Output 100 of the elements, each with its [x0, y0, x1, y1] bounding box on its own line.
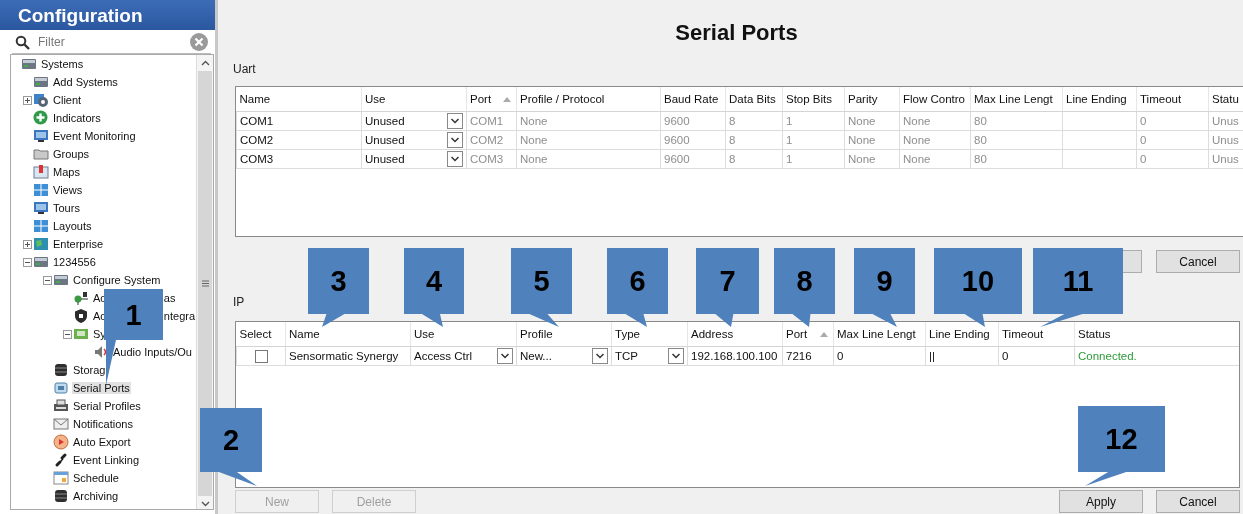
- callout-number: 6: [629, 266, 646, 296]
- column-header[interactable]: Data Bits: [725, 87, 783, 112]
- page-title: Serial Ports: [674, 19, 799, 47]
- column-header[interactable]: Baud Rate: [660, 87, 726, 112]
- tree-item[interactable]: Event Linking: [72, 454, 141, 466]
- scroll-up-icon[interactable]: [200, 60, 210, 66]
- tree-item[interactable]: Tours: [52, 202, 81, 214]
- tree-item[interactable]: Event Monitoring: [52, 130, 137, 142]
- table-cell: 80: [974, 115, 987, 127]
- port-icon: [53, 380, 69, 396]
- node-icon: [73, 290, 89, 306]
- table-cell: 1: [786, 153, 793, 165]
- table-cell: Unus: [1212, 134, 1239, 146]
- tree-item[interactable]: Serial Ports: [72, 382, 131, 394]
- tree-item[interactable]: 1234556: [52, 256, 97, 268]
- tree-item[interactable]: Indicators: [52, 112, 102, 124]
- table-cell: 1: [786, 115, 793, 127]
- globe-icon: [33, 236, 49, 252]
- clear-icon[interactable]: [190, 33, 208, 51]
- table-cell: 80: [974, 134, 987, 146]
- scroll-down-icon[interactable]: [200, 501, 210, 507]
- callout-number: 11: [1062, 266, 1094, 296]
- collapse-icon[interactable]: [63, 329, 72, 339]
- board-icon: [73, 326, 89, 342]
- column-header[interactable]: Status: [1074, 322, 1239, 347]
- tree-item-text: ntegra: [163, 310, 196, 322]
- column-header[interactable]: Use: [361, 87, 467, 112]
- button-edge[interactable]: [1122, 250, 1142, 273]
- callout-number: 5: [533, 266, 550, 296]
- tree-item[interactable]: Archiving: [72, 490, 120, 502]
- column-header[interactable]: Line Ending: [1062, 87, 1137, 112]
- table-cell: COM2: [470, 134, 504, 146]
- panel-title: Configuration: [0, 0, 215, 30]
- table-cell: 8: [729, 115, 736, 127]
- table-cell: None: [520, 134, 548, 146]
- link-icon: [53, 452, 69, 468]
- column-header[interactable]: Stop Bits: [782, 87, 845, 112]
- tree-item[interactable]: Add Systems: [52, 76, 119, 88]
- collapse-icon[interactable]: [23, 257, 32, 267]
- tree-item[interactable]: Maps: [52, 166, 81, 178]
- tree-item[interactable]: Storag: [72, 364, 107, 376]
- table-cell: COM1: [240, 115, 274, 127]
- tree-item[interactable]: Audio Inputs/Ou: [112, 346, 193, 358]
- folder-icon: [33, 146, 49, 162]
- printer-icon: [53, 398, 69, 414]
- tree-item[interactable]: Serial Profiles: [72, 400, 142, 412]
- table-cell: Sensormatic Synergy: [289, 350, 399, 362]
- grip-icon: [201, 280, 209, 287]
- tree-item[interactable]: Configure System: [72, 274, 162, 286]
- chevron-icon: [497, 348, 513, 364]
- database-icon: [53, 362, 69, 378]
- column-header[interactable]: Profile / Protocol: [516, 87, 661, 112]
- filter-field[interactable]: Filter: [36, 34, 184, 50]
- column-header[interactable]: Max Line Lengt: [970, 87, 1063, 112]
- table-cell: 0: [1140, 153, 1147, 165]
- column-header[interactable]: Select: [236, 322, 286, 347]
- column-header[interactable]: Name: [236, 87, 362, 112]
- table-cell: 1: [786, 134, 793, 146]
- tree-item[interactable]: Systems: [40, 58, 85, 70]
- table-cell: Connected.: [1078, 350, 1137, 362]
- column-header[interactable]: Flow Contro: [899, 87, 971, 112]
- table-cell: 0: [837, 350, 844, 362]
- expand-icon[interactable]: [23, 95, 32, 105]
- tree-item[interactable]: Layouts: [52, 220, 93, 232]
- collapse-icon[interactable]: [43, 275, 52, 285]
- column-header[interactable]: Port: [466, 87, 517, 112]
- tree-item[interactable]: Client: [52, 94, 83, 106]
- tree-item[interactable]: Auto Export: [72, 436, 132, 448]
- table-cell: 0: [1140, 134, 1147, 146]
- tree-item[interactable]: Notifications: [72, 418, 134, 430]
- expand-icon[interactable]: [23, 239, 32, 249]
- table-cell: 9600: [664, 134, 690, 146]
- tree-item[interactable]: Groups: [52, 148, 91, 160]
- table-cell: COM3: [240, 153, 274, 165]
- chevron-icon: [447, 151, 463, 167]
- table-cell: None: [903, 115, 931, 127]
- cancel-button[interactable]: Cancel: [1156, 250, 1240, 273]
- record-icon: [53, 434, 69, 450]
- tree-item[interactable]: Enterprise: [52, 238, 105, 250]
- shield-icon: [73, 308, 89, 324]
- callout-number: 10: [961, 266, 995, 296]
- plus-icon: [33, 110, 49, 126]
- tree-item[interactable]: Views: [52, 184, 84, 196]
- checkbox[interactable]: [254, 349, 268, 363]
- map-icon: [33, 164, 49, 180]
- table-cell: 8: [729, 134, 736, 146]
- callout-number: 2: [222, 425, 240, 455]
- column-header[interactable]: Timeout: [1136, 87, 1209, 112]
- monitor-icon: [33, 200, 49, 216]
- table-cell: None: [848, 134, 876, 146]
- cancel-button[interactable]: Cancel: [1156, 490, 1240, 513]
- column-header[interactable]: Statu: [1208, 87, 1243, 112]
- apply-button[interactable]: Apply: [1059, 490, 1143, 513]
- tree-item[interactable]: Schedule: [72, 472, 120, 484]
- table-cell: Unus: [1212, 115, 1239, 127]
- speaker-icon: [93, 344, 109, 360]
- table-cell: None: [520, 153, 548, 165]
- column-header[interactable]: Parity: [844, 87, 900, 112]
- tree-item-text: as: [163, 292, 176, 304]
- table-cell: Unus: [1212, 153, 1239, 165]
